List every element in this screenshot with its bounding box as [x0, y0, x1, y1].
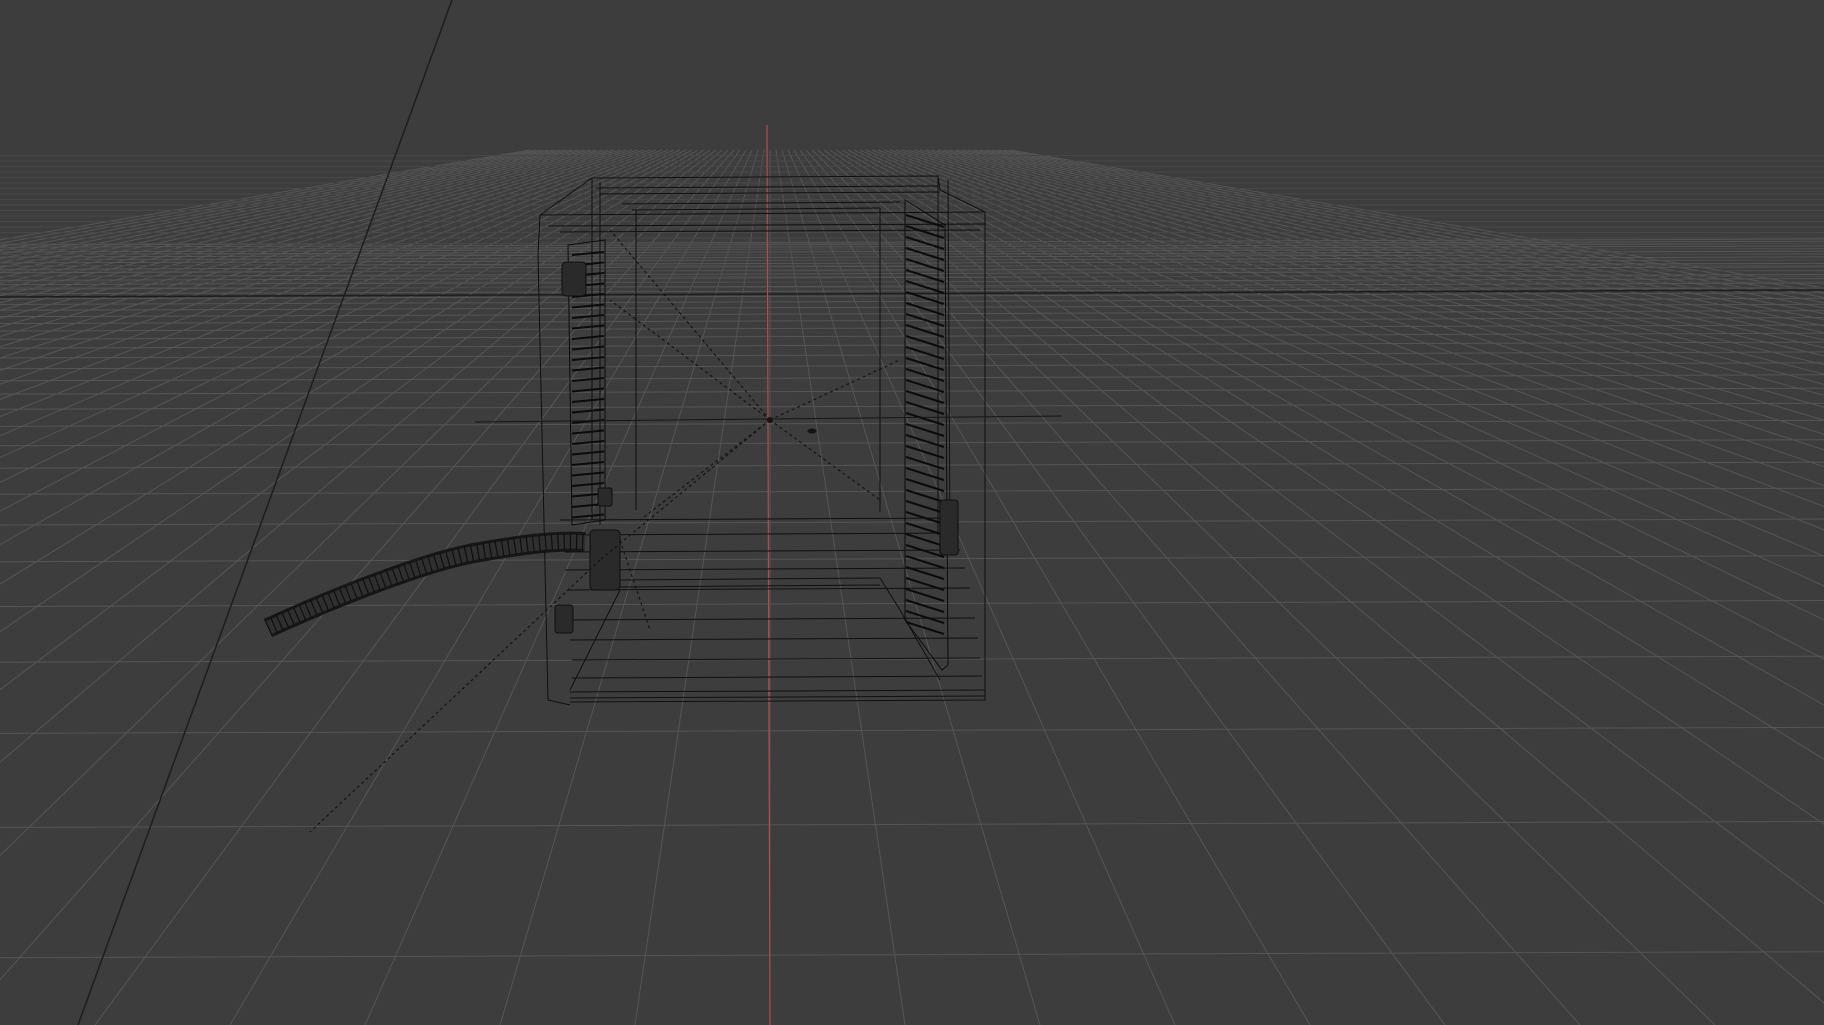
3d-viewport[interactable]: [0, 0, 1824, 1025]
viewport-background: [0, 0, 1824, 1025]
viewport-canvas[interactable]: [0, 0, 1824, 1025]
